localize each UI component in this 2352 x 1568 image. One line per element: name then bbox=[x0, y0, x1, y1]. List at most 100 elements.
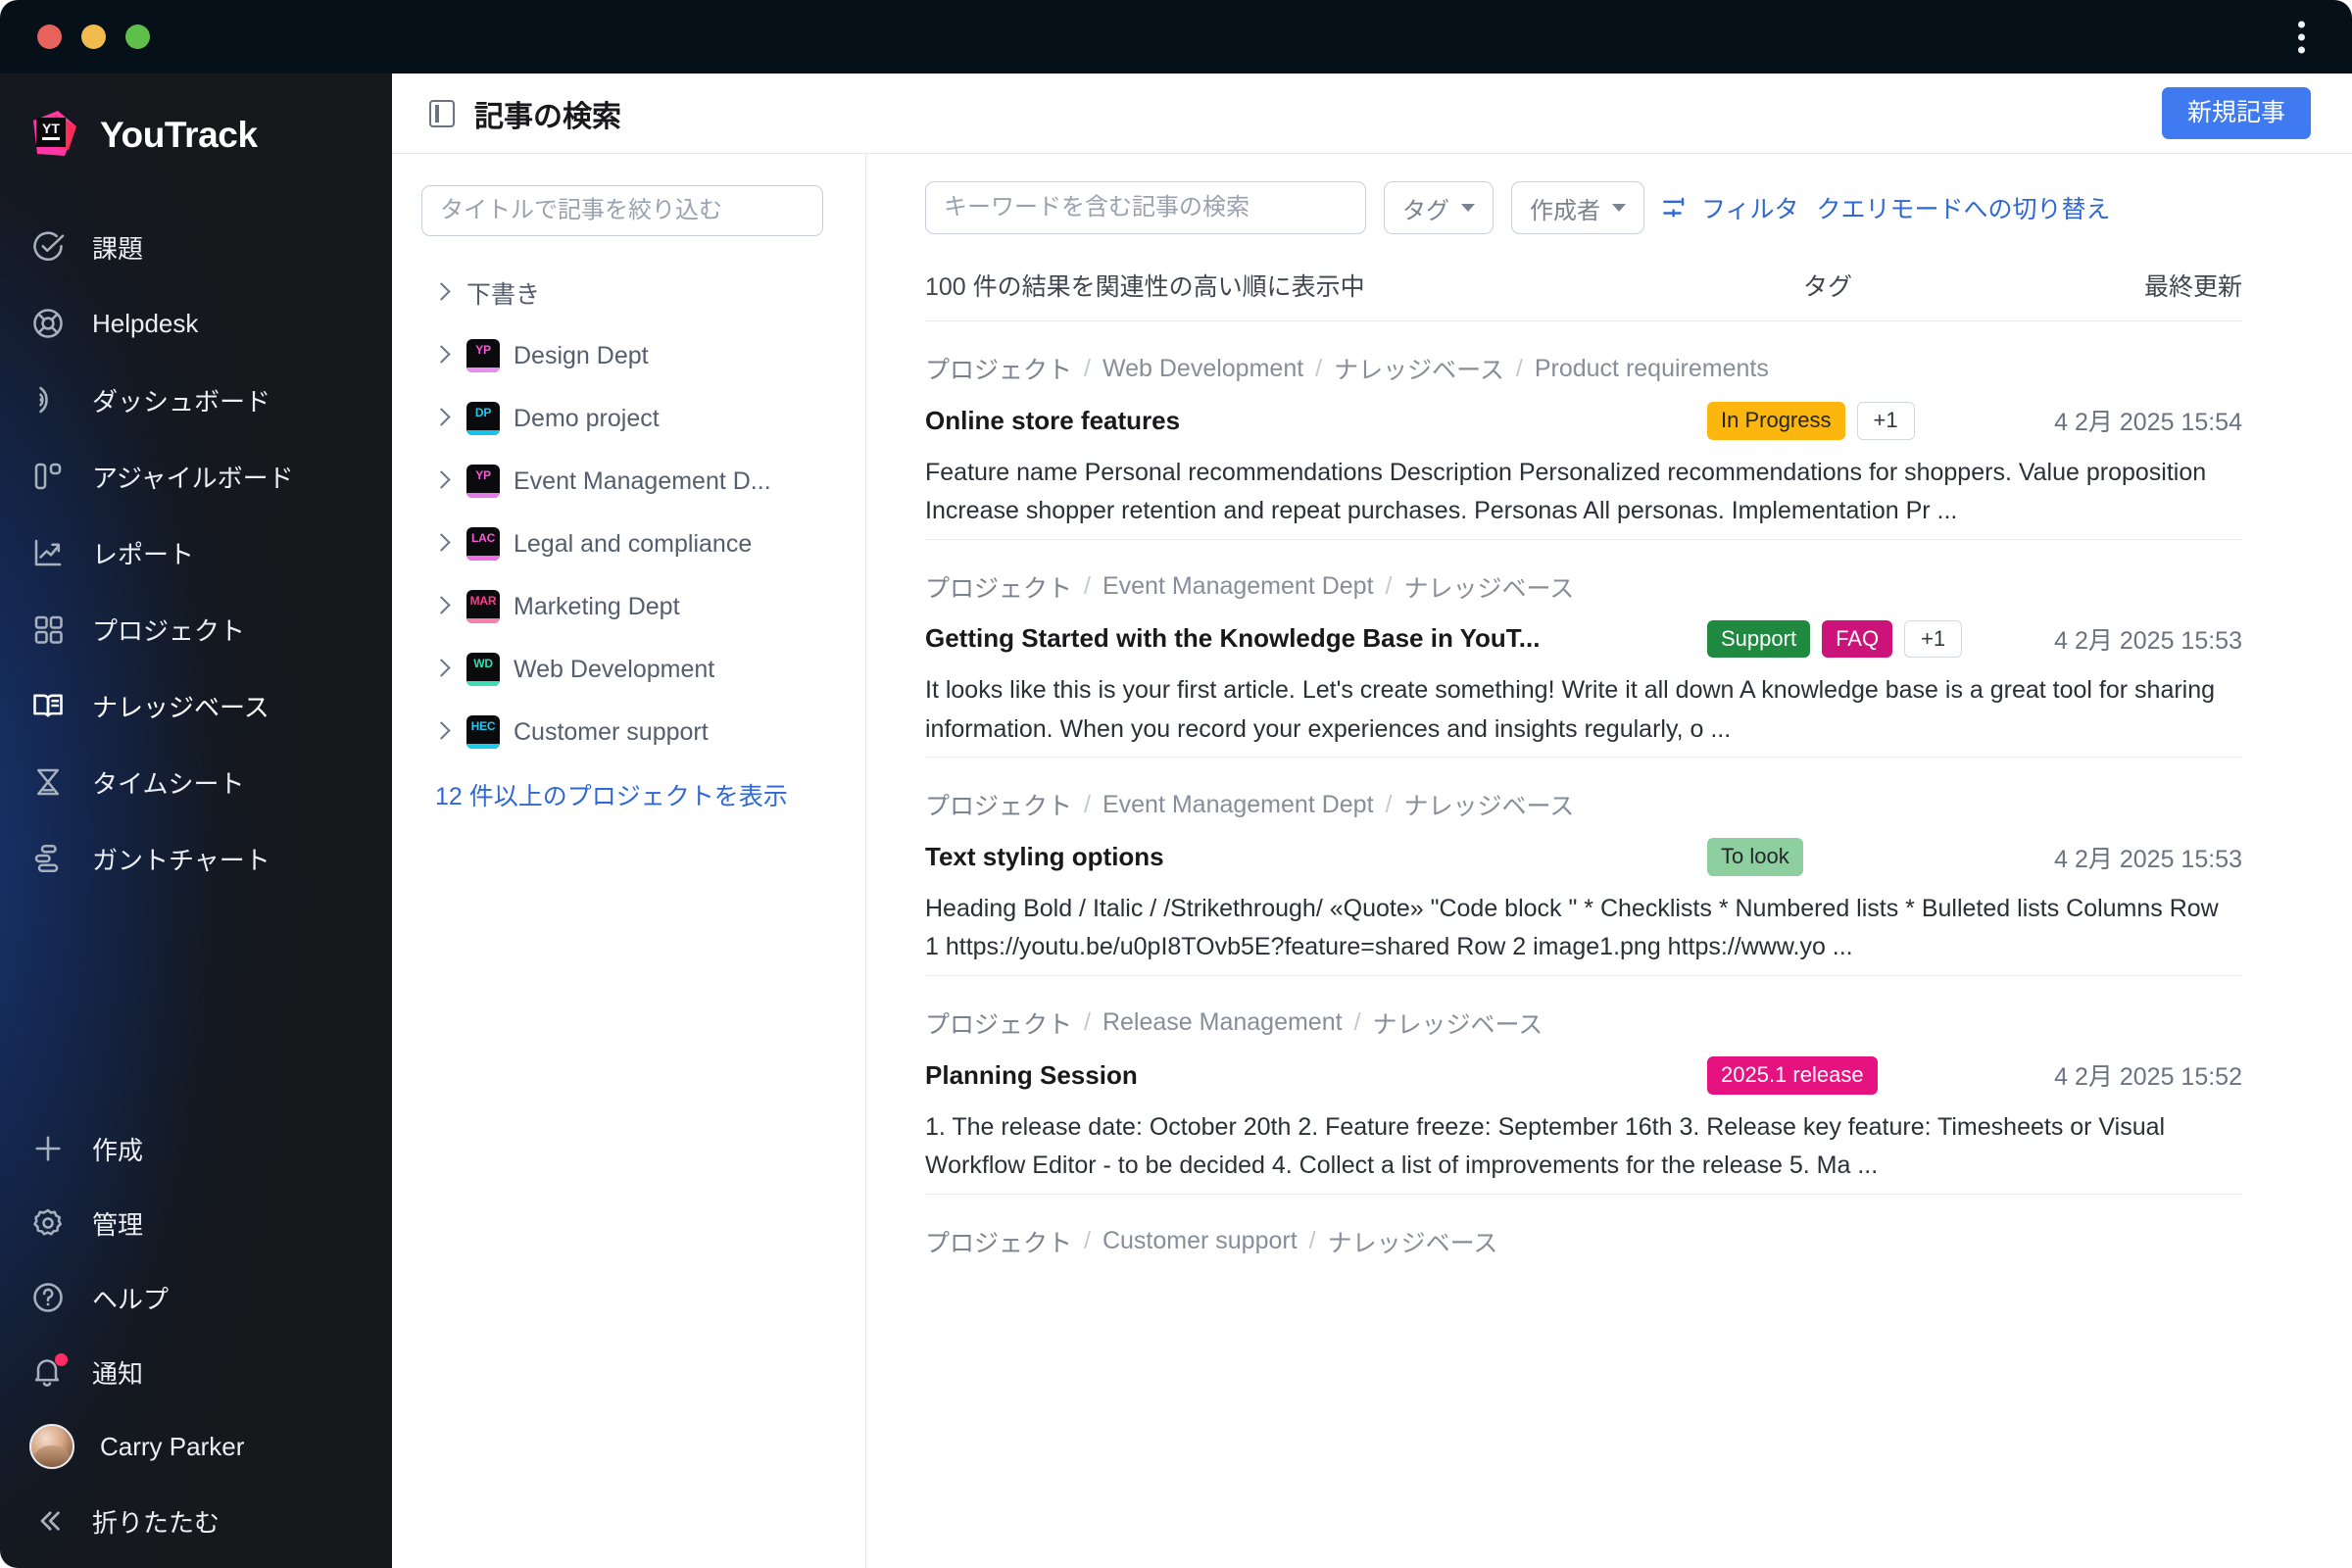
project-avatar-icon: WD bbox=[466, 653, 500, 686]
results-columns: タグ 最終更新 bbox=[1803, 268, 2242, 303]
result-title[interactable]: Online store features bbox=[925, 406, 1691, 436]
tree-item-marketing-dept[interactable]: MAR Marketing Dept bbox=[421, 575, 840, 638]
breadcrumb-segment[interactable]: ナレッジベース bbox=[1403, 569, 1574, 605]
search-result-item[interactable]: プロジェクト / Customer support / ナレッジベース bbox=[925, 1195, 2242, 1267]
sidebar-item-notifications[interactable]: 通知 bbox=[0, 1335, 392, 1409]
tree-item-web-development[interactable]: WD Web Development bbox=[421, 638, 840, 701]
chevron-right-icon[interactable] bbox=[431, 659, 453, 680]
chevron-right-icon[interactable] bbox=[431, 345, 453, 367]
project-key: WD bbox=[473, 657, 493, 670]
dashboard-icon bbox=[29, 381, 67, 418]
chevron-right-icon[interactable] bbox=[431, 408, 453, 429]
filter-button[interactable]: フィルタ bbox=[1662, 190, 1799, 225]
result-title[interactable]: Text styling options bbox=[925, 842, 1691, 872]
new-article-button[interactable]: 新規記事 bbox=[2161, 86, 2311, 140]
breadcrumb-segment[interactable]: Web Development bbox=[1102, 355, 1303, 383]
search-result-item[interactable]: プロジェクト / Event Management Dept / ナレッジベース… bbox=[925, 758, 2242, 976]
breadcrumb-segment[interactable]: Event Management Dept bbox=[1102, 791, 1374, 819]
search-result-item[interactable]: プロジェクト / Event Management Dept / ナレッジベース… bbox=[925, 540, 2242, 759]
sidebar-item-knowledge-base[interactable]: ナレッジベース bbox=[0, 667, 392, 744]
author-filter-dropdown[interactable]: 作成者 bbox=[1511, 181, 1644, 234]
project-key: YP bbox=[475, 468, 491, 482]
brand[interactable]: YT YouTrack bbox=[0, 74, 392, 203]
breadcrumb-segment[interactable]: ナレッジベース bbox=[1334, 351, 1504, 386]
result-title[interactable]: Getting Started with the Knowledge Base … bbox=[925, 623, 1691, 654]
search-input[interactable] bbox=[925, 181, 1366, 234]
breadcrumb-separator: / bbox=[1515, 354, 1523, 382]
kebab-menu-icon[interactable] bbox=[2298, 21, 2305, 53]
sidebar-item-administration[interactable]: 管理 bbox=[0, 1186, 392, 1260]
chevron-right-icon[interactable] bbox=[431, 282, 453, 304]
sidebar-item-helpdesk[interactable]: Helpdesk bbox=[0, 285, 392, 362]
minimize-window-button[interactable] bbox=[81, 24, 106, 49]
search-result-item[interactable]: プロジェクト / Release Management / ナレッジベース Pl… bbox=[925, 976, 2242, 1195]
breadcrumb-segment[interactable]: Release Management bbox=[1102, 1008, 1343, 1037]
agile-board-icon bbox=[29, 458, 67, 495]
result-title[interactable]: Planning Session bbox=[925, 1060, 1691, 1091]
tree-item-design-dept[interactable]: YP Design Dept bbox=[421, 324, 840, 387]
page-header-left: 記事の検索 bbox=[429, 92, 621, 135]
project-avatar-icon: HEC bbox=[466, 715, 500, 749]
tree-item-demo-project[interactable]: DP Demo project bbox=[421, 387, 840, 450]
chevron-right-icon[interactable] bbox=[431, 470, 453, 492]
sidebar-item-timesheets[interactable]: タイムシート bbox=[0, 744, 392, 820]
sidebar-item-agile-boards[interactable]: アジャイルボード bbox=[0, 438, 392, 514]
tree-filter-input[interactable] bbox=[421, 185, 823, 236]
project-key: MAR bbox=[469, 594, 497, 608]
tree-item-event-management-dept[interactable]: YP Event Management D... bbox=[421, 450, 840, 513]
chevron-right-icon[interactable] bbox=[431, 533, 453, 555]
breadcrumb-segment[interactable]: Product requirements bbox=[1535, 355, 1769, 383]
plus-icon bbox=[29, 1130, 67, 1167]
user-name: Carry Parker bbox=[100, 1431, 245, 1461]
chevron-right-icon[interactable] bbox=[431, 596, 453, 617]
maximize-window-button[interactable] bbox=[125, 24, 150, 49]
tag-badge[interactable]: Support bbox=[1707, 619, 1811, 659]
project-key: LAC bbox=[470, 531, 496, 545]
question-circle-icon bbox=[29, 1279, 67, 1316]
sidebar-item-dashboard[interactable]: ダッシュボード bbox=[0, 362, 392, 438]
status-badge[interactable]: In Progress bbox=[1707, 402, 1845, 440]
sidebar-item-issues[interactable]: 課題 bbox=[0, 209, 392, 285]
sidebar-item-label: ナレッジベース bbox=[92, 692, 270, 722]
sidebar-item-reports[interactable]: レポート bbox=[0, 514, 392, 591]
sidebar-item-projects[interactable]: プロジェクト bbox=[0, 591, 392, 667]
query-mode-toggle[interactable]: クエリモードへの切り替え bbox=[1817, 190, 2111, 225]
breadcrumb-segment[interactable]: ナレッジベース bbox=[1328, 1224, 1498, 1259]
tree-item-customer-support[interactable]: HEC Customer support bbox=[421, 701, 840, 763]
chevron-down-icon bbox=[1461, 204, 1475, 212]
project-avatar-icon: YP bbox=[466, 339, 500, 372]
close-window-button[interactable] bbox=[37, 24, 62, 49]
breadcrumb-separator: / bbox=[1084, 572, 1091, 601]
sidebar-item-help[interactable]: ヘルプ bbox=[0, 1260, 392, 1335]
breadcrumb: プロジェクト / Customer support / ナレッジベース bbox=[925, 1224, 2242, 1259]
sidebar-collapse-button[interactable]: 折りたたむ bbox=[0, 1484, 392, 1558]
chevron-right-icon[interactable] bbox=[431, 721, 453, 743]
tag-badge[interactable]: To look bbox=[1707, 838, 1803, 876]
sidebar-item-gantt-charts[interactable]: ガントチャート bbox=[0, 820, 392, 897]
search-results-panel: タグ 作成者 bbox=[866, 154, 2352, 1568]
sidebar-item-create[interactable]: 作成 bbox=[0, 1111, 392, 1186]
tree-item-label: Demo project bbox=[514, 404, 660, 432]
search-result-item[interactable]: プロジェクト / Web Development / ナレッジベース / Pro… bbox=[925, 321, 2242, 540]
brand-name: YouTrack bbox=[100, 115, 258, 155]
filter-label: フィルタ bbox=[1701, 196, 1799, 223]
sidebar-item-user-profile[interactable]: Carry Parker bbox=[0, 1409, 392, 1484]
breadcrumb-segment[interactable]: Customer support bbox=[1102, 1227, 1298, 1255]
breadcrumb-segment[interactable]: Event Management Dept bbox=[1102, 572, 1374, 601]
sidebar-item-label: ガントチャート bbox=[92, 845, 270, 875]
breadcrumb-segment[interactable]: ナレッジベース bbox=[1373, 1005, 1544, 1041]
show-more-projects-link[interactable]: 12 件以上のプロジェクトを表示 bbox=[421, 763, 840, 812]
breadcrumb-segment[interactable]: ナレッジベース bbox=[1403, 787, 1574, 822]
breadcrumb-separator: / bbox=[1385, 572, 1393, 601]
more-tags-badge[interactable]: +1 bbox=[1856, 402, 1915, 440]
tag-badge[interactable]: FAQ bbox=[1822, 619, 1893, 659]
tag-filter-dropdown[interactable]: タグ bbox=[1384, 181, 1494, 234]
youtrack-logo-icon: YT bbox=[25, 107, 82, 164]
more-tags-badge[interactable]: +1 bbox=[1904, 619, 1963, 659]
panel-toggle-icon[interactable] bbox=[429, 99, 455, 127]
tree-item-legal-and-compliance[interactable]: LAC Legal and compliance bbox=[421, 513, 840, 575]
tag-filter-label: タグ bbox=[1402, 197, 1449, 224]
window-titlebar bbox=[0, 0, 2352, 74]
tree-item-drafts[interactable]: 下書き bbox=[421, 262, 840, 324]
tag-badge[interactable]: 2025.1 release bbox=[1707, 1055, 1878, 1095]
